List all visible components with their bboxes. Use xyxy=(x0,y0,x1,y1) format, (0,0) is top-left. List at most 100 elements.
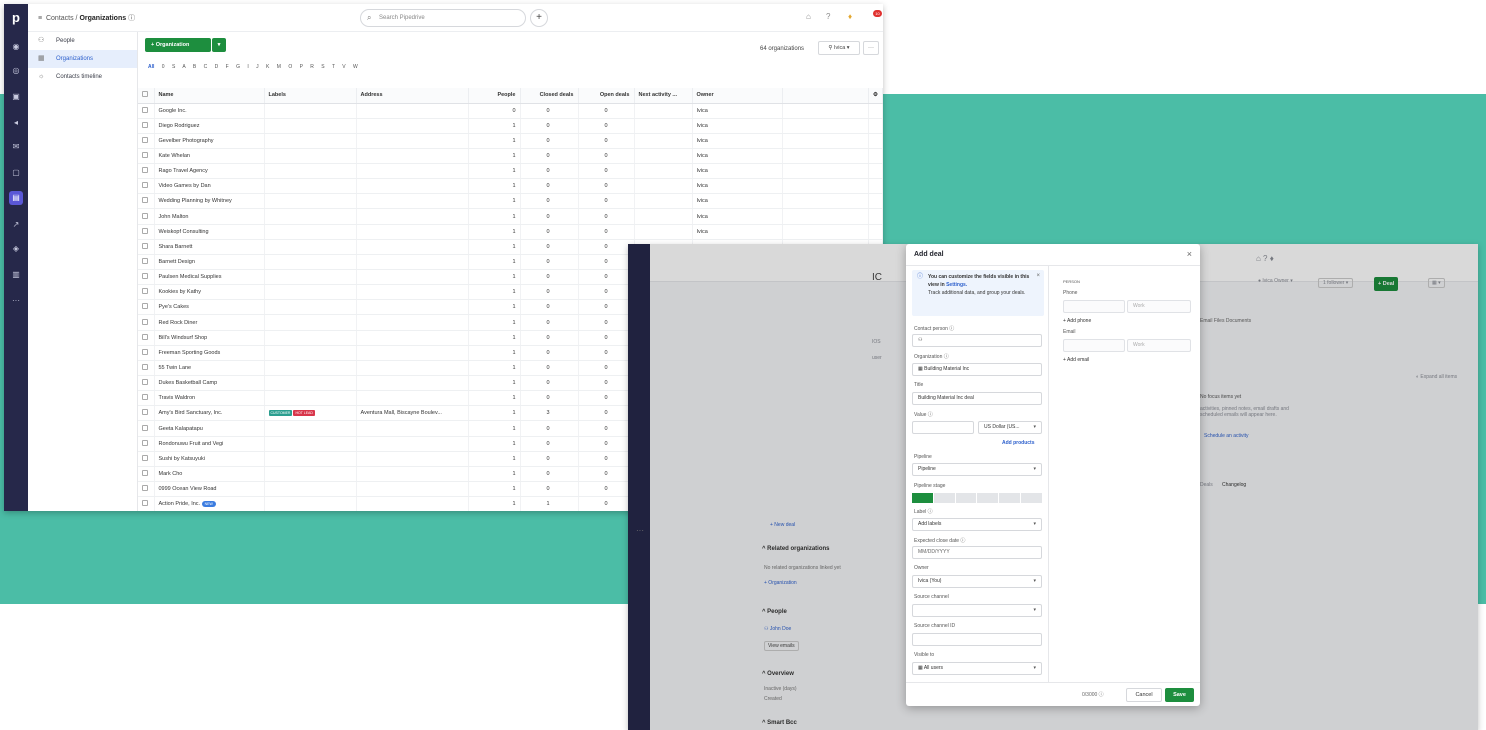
org-name-cell[interactable]: Red Rock Diner xyxy=(154,314,265,331)
labels-cell[interactable] xyxy=(264,390,357,407)
more-options-button[interactable]: ··· xyxy=(863,41,879,55)
sidebar-item-people[interactable]: ⚇ People xyxy=(28,32,137,50)
row-checkbox[interactable] xyxy=(138,178,155,195)
visible-to-select[interactable]: ▦ All users ▾ xyxy=(912,662,1042,675)
source-channel-select[interactable]: ▾ xyxy=(912,604,1042,617)
row-checkbox[interactable] xyxy=(138,224,155,240)
row-checkbox[interactable] xyxy=(138,299,155,316)
letter-filter[interactable]: M xyxy=(277,64,281,70)
next-activity-cell[interactable] xyxy=(634,163,693,180)
row-checkbox[interactable] xyxy=(138,481,155,498)
org-name[interactable]: Mark Cho xyxy=(159,471,183,477)
next-activity-cell[interactable] xyxy=(634,208,693,225)
phone-type-select[interactable]: Work xyxy=(1127,300,1191,313)
letter-filter[interactable]: T xyxy=(332,64,335,70)
pipeline-stage-segment[interactable] xyxy=(977,493,999,503)
row-checkbox[interactable] xyxy=(138,345,155,361)
labels-cell[interactable] xyxy=(264,360,357,377)
letter-filter[interactable]: S xyxy=(172,64,175,70)
org-name-cell[interactable]: Freeman Sporting Goods xyxy=(154,345,265,361)
table-row[interactable]: Wedding Planning by Whitney 1 0 0 Ivica xyxy=(138,193,883,210)
target-icon[interactable]: ◉ xyxy=(9,40,23,54)
org-name[interactable]: Kate Whelan xyxy=(159,153,191,159)
dollar-icon[interactable]: ◎ xyxy=(9,64,23,78)
dismiss-info-icon[interactable]: × xyxy=(1036,272,1040,282)
email-field[interactable] xyxy=(1063,339,1125,352)
sidebar-item-organizations[interactable]: ▦ Organizations xyxy=(28,50,137,68)
labels-cell[interactable] xyxy=(264,133,357,149)
address-cell[interactable] xyxy=(356,360,469,377)
org-name-cell[interactable]: Gevelber Photography xyxy=(154,133,265,149)
row-checkbox[interactable] xyxy=(138,118,155,134)
org-name[interactable]: John Malton xyxy=(159,214,189,220)
labels-cell[interactable] xyxy=(264,163,357,180)
address-cell[interactable] xyxy=(356,436,469,452)
owner-cell[interactable]: Ivica xyxy=(692,103,783,119)
owner-filter-button[interactable]: ⚲ Ivica ▾ xyxy=(818,41,860,55)
labels-cell[interactable] xyxy=(264,118,357,134)
org-name-cell[interactable]: Shara Barnett xyxy=(154,239,265,255)
add-dropdown-button[interactable]: ▾ xyxy=(212,38,226,52)
table-row[interactable]: Diego Rodriguez 1 0 0 Ivica xyxy=(138,118,883,134)
address-cell[interactable] xyxy=(356,103,469,119)
row-checkbox[interactable] xyxy=(138,390,155,407)
owner-cell[interactable]: Ivica xyxy=(692,133,783,149)
column-header[interactable]: Name xyxy=(154,88,265,104)
address-cell[interactable] xyxy=(356,299,469,316)
org-name-cell[interactable]: Rago Travel Agency xyxy=(154,163,265,180)
contacts-icon[interactable]: ▤ xyxy=(9,191,23,205)
org-name-cell[interactable]: Mark Cho xyxy=(154,466,265,483)
address-cell[interactable] xyxy=(356,163,469,180)
row-checkbox[interactable] xyxy=(138,208,155,225)
org-name[interactable]: Weiskopf Consulting xyxy=(159,229,209,235)
table-row[interactable]: Video Games by Dan 1 0 0 Ivica xyxy=(138,178,883,195)
address-cell[interactable]: Aventura Mall, Biscayne Boulev... xyxy=(356,405,469,422)
table-row[interactable]: John Malton 1 0 0 Ivica xyxy=(138,208,883,225)
source-channel-id-field[interactable] xyxy=(912,633,1042,646)
org-name[interactable]: Bill's Windsurf Shop xyxy=(159,335,208,341)
labels-cell[interactable] xyxy=(264,496,357,511)
org-name-cell[interactable]: Dukes Basketball Camp xyxy=(154,375,265,392)
address-cell[interactable] xyxy=(356,239,469,255)
row-checkbox[interactable] xyxy=(138,239,155,255)
organization-field[interactable]: ▦ Building Material Inc xyxy=(912,363,1042,376)
letter-filter[interactable]: V xyxy=(342,64,345,70)
letter-filter[interactable]: I xyxy=(247,64,248,70)
add-products-link[interactable]: Add products xyxy=(1002,440,1035,446)
menu-icon[interactable]: ≡ xyxy=(38,15,42,22)
row-checkbox[interactable] xyxy=(138,420,155,437)
letter-filter[interactable]: K xyxy=(266,64,269,70)
table-row[interactable]: Gevelber Photography 1 0 0 Ivica xyxy=(138,133,883,149)
address-cell[interactable] xyxy=(356,375,469,392)
row-checkbox[interactable] xyxy=(138,451,155,467)
org-name[interactable]: Rago Travel Agency xyxy=(159,168,208,174)
org-name[interactable]: Shara Barnett xyxy=(159,244,193,250)
labels-cell[interactable] xyxy=(264,178,357,195)
org-name[interactable]: Barnett Design xyxy=(159,259,195,265)
address-cell[interactable] xyxy=(356,314,469,331)
row-checkbox[interactable] xyxy=(138,193,155,210)
row-checkbox[interactable] xyxy=(138,163,155,180)
pipeline-stage-segment[interactable] xyxy=(933,493,955,503)
org-name-cell[interactable]: Pye's Cakes xyxy=(154,299,265,316)
next-activity-cell[interactable] xyxy=(634,148,693,165)
row-checkbox[interactable] xyxy=(138,330,155,346)
pipeline-stage-segment[interactable] xyxy=(955,493,977,503)
letter-filter[interactable]: B xyxy=(193,64,196,70)
upgrade-icon[interactable]: ⌂ xyxy=(806,12,811,21)
labels-cell[interactable] xyxy=(264,254,357,271)
mail-icon[interactable]: ✉ xyxy=(9,140,23,154)
owner-cell[interactable]: Ivica xyxy=(692,118,783,134)
org-name-cell[interactable]: Barnett Design xyxy=(154,254,265,271)
table-row[interactable]: Google Inc. 0 0 0 Ivica xyxy=(138,103,883,119)
labels-cell[interactable] xyxy=(264,208,357,225)
close-date-field[interactable]: MM/DD/YYYY xyxy=(912,546,1042,559)
org-name[interactable]: Google Inc. xyxy=(159,108,187,114)
labels-cell[interactable] xyxy=(264,436,357,452)
org-name-cell[interactable]: Paulsen Medical Supplies xyxy=(154,269,265,286)
column-header[interactable]: Address xyxy=(356,88,469,104)
owner-cell[interactable]: Ivica xyxy=(692,224,783,240)
letter-filter[interactable]: O xyxy=(288,64,292,70)
column-header[interactable]: People xyxy=(468,88,521,104)
labels-cell[interactable] xyxy=(264,345,357,361)
